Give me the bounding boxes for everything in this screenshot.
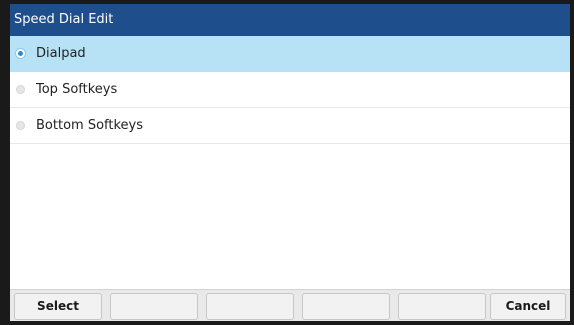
radio-unselected-icon	[16, 121, 25, 130]
softkey-4[interactable]	[302, 293, 390, 320]
softkey-cancel[interactable]: Cancel	[490, 293, 566, 320]
option-list: Dialpad Top Softkeys Bottom Softkeys	[10, 36, 570, 144]
option-label: Top Softkeys	[36, 82, 118, 97]
phone-screen: Speed Dial Edit Dialpad Top Softkeys Bot…	[10, 4, 570, 321]
page-title: Speed Dial Edit	[10, 4, 570, 36]
softkey-select[interactable]: Select	[14, 293, 102, 320]
softkey-bar: Select Cancel	[10, 289, 570, 321]
radio-selected-icon	[16, 49, 25, 58]
softkey-2[interactable]	[110, 293, 198, 320]
softkey-5[interactable]	[398, 293, 486, 320]
option-label: Dialpad	[36, 46, 86, 61]
option-label: Bottom Softkeys	[36, 118, 143, 133]
option-top-softkeys[interactable]: Top Softkeys	[10, 72, 570, 108]
option-bottom-softkeys[interactable]: Bottom Softkeys	[10, 108, 570, 144]
softkey-3[interactable]	[206, 293, 294, 320]
option-dialpad[interactable]: Dialpad	[10, 36, 570, 72]
radio-unselected-icon	[16, 85, 25, 94]
